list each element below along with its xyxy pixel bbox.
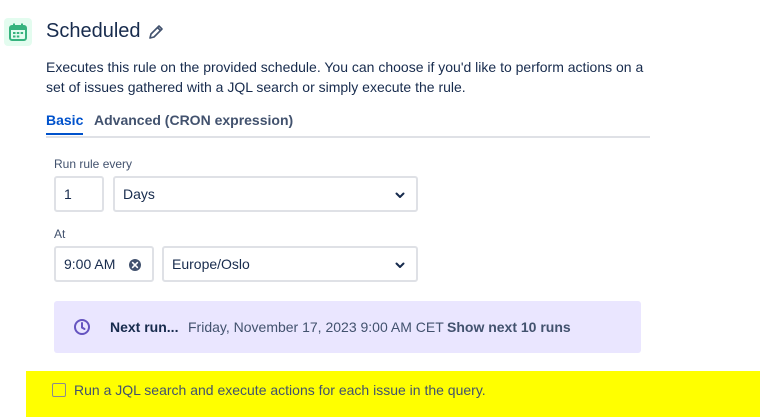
clock-icon xyxy=(74,319,90,335)
timezone-text: Europe/Oslo xyxy=(172,256,250,272)
interval-unit-select[interactable]: Days xyxy=(113,176,418,212)
tab-advanced[interactable]: Advanced (CRON expression) xyxy=(94,112,293,134)
interval-unit-text: Days xyxy=(123,186,155,202)
next-run-panel: Next run... Friday, November 17, 2023 9:… xyxy=(54,301,641,353)
calendar-icon xyxy=(4,18,32,46)
time-picker[interactable]: 9:00 AM xyxy=(54,246,154,282)
pencil-icon[interactable] xyxy=(147,23,165,41)
trigger-title: Scheduled xyxy=(46,20,141,42)
chevron-down-icon xyxy=(395,192,405,198)
clear-icon[interactable] xyxy=(128,258,142,272)
interval-value-text: 1 xyxy=(64,186,72,202)
timezone-select[interactable]: Europe/Oslo xyxy=(162,246,418,282)
interval-value-input[interactable]: 1 xyxy=(54,176,104,212)
trigger-description: Executes this rule on the provided sched… xyxy=(46,59,644,95)
chevron-down-icon xyxy=(395,262,405,268)
jql-checkbox[interactable] xyxy=(52,383,66,397)
jql-option-row: Run a JQL search and execute actions for… xyxy=(26,371,760,417)
run-every-label: Run rule every xyxy=(54,157,133,171)
tab-basic[interactable]: Basic xyxy=(46,112,84,135)
jql-checkbox-label[interactable]: Run a JQL search and execute actions for… xyxy=(74,382,486,398)
show-next-runs-link[interactable]: Show next 10 runs xyxy=(447,319,571,335)
next-run-label: Next run... xyxy=(110,319,179,335)
schedule-tabs: Basic Advanced (CRON expression) xyxy=(46,112,650,138)
time-value-text: 9:00 AM xyxy=(64,256,116,272)
next-run-date: Friday, November 17, 2023 9:00 AM CET xyxy=(188,319,444,335)
at-label: At xyxy=(54,227,66,241)
